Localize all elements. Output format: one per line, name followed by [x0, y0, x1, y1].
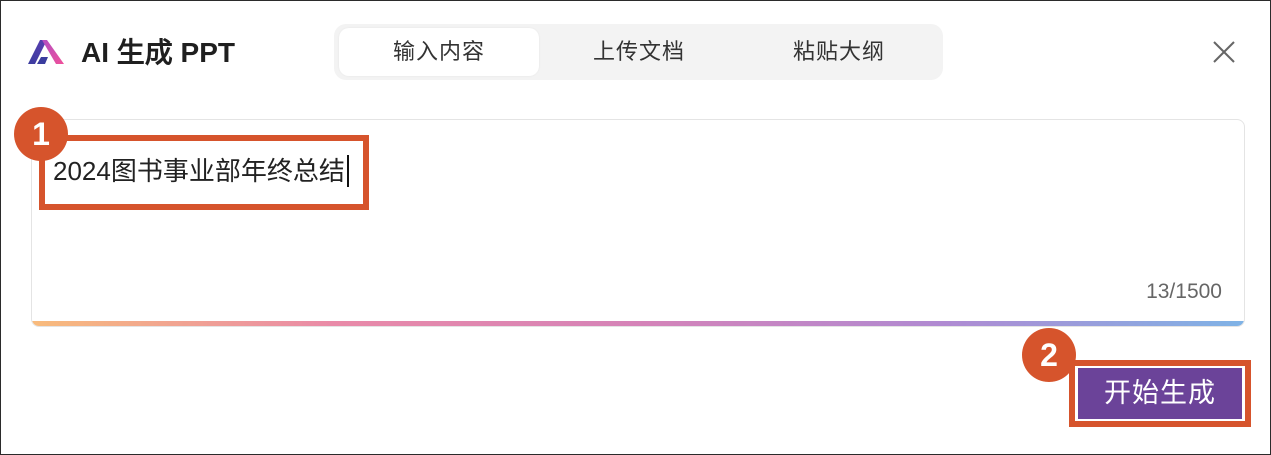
tab-upload-document[interactable]: 上传文档	[539, 28, 739, 76]
annotation-badge-step-1: 1	[14, 107, 68, 161]
app-title: AI 生成 PPT	[81, 37, 236, 68]
close-icon[interactable]	[1213, 41, 1235, 63]
char-counter: 13/1500	[1146, 280, 1222, 303]
annotation-badge-step-2: 2	[1022, 328, 1076, 382]
annotation-box-input	[39, 135, 369, 210]
logo-foot	[37, 57, 48, 64]
tab-paste-outline[interactable]: 粘贴大纲	[739, 28, 939, 76]
input-mode-tabs: 输入内容 上传文档 粘贴大纲	[334, 24, 943, 80]
ai-ppt-logo-icon	[28, 40, 64, 64]
input-gradient-underline	[32, 321, 1244, 326]
annotation-box-generate	[1069, 360, 1251, 427]
ai-ppt-dialog: AI 生成 PPT 输入内容 上传文档 粘贴大纲 2024图书事业部年终总结 1…	[0, 0, 1271, 455]
tab-input-content[interactable]: 输入内容	[339, 28, 539, 76]
